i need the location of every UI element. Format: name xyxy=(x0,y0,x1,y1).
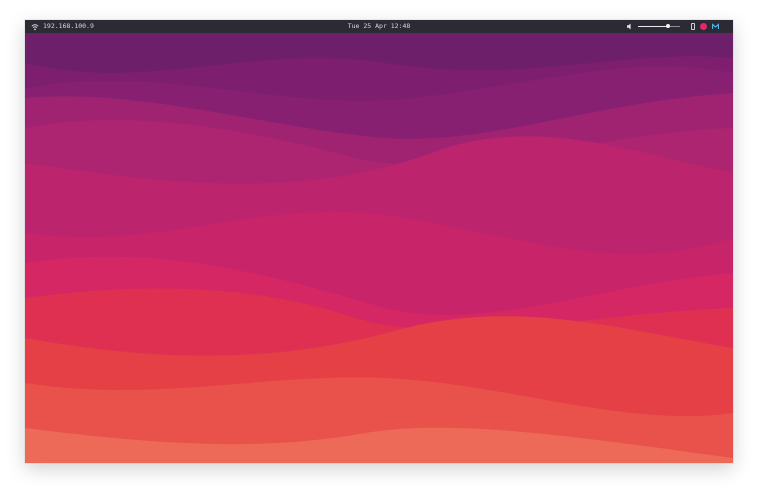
speaker-icon[interactable] xyxy=(627,23,633,30)
volume-slider[interactable] xyxy=(638,23,680,30)
desktop-screen: 192.168.100.9 Tue 25 Apr 12:48 xyxy=(25,20,733,463)
volume-knob[interactable] xyxy=(666,24,671,28)
datetime-label: Tue 25 Apr 12:48 xyxy=(347,22,411,30)
system-tray xyxy=(627,20,719,33)
battery-icon[interactable] xyxy=(691,23,695,30)
app-icon[interactable] xyxy=(700,23,707,30)
wallpaper xyxy=(25,33,733,463)
top-panel: 192.168.100.9 Tue 25 Apr 12:48 xyxy=(25,20,733,33)
app-icon-2[interactable] xyxy=(712,23,719,30)
volume-fill xyxy=(638,26,669,27)
